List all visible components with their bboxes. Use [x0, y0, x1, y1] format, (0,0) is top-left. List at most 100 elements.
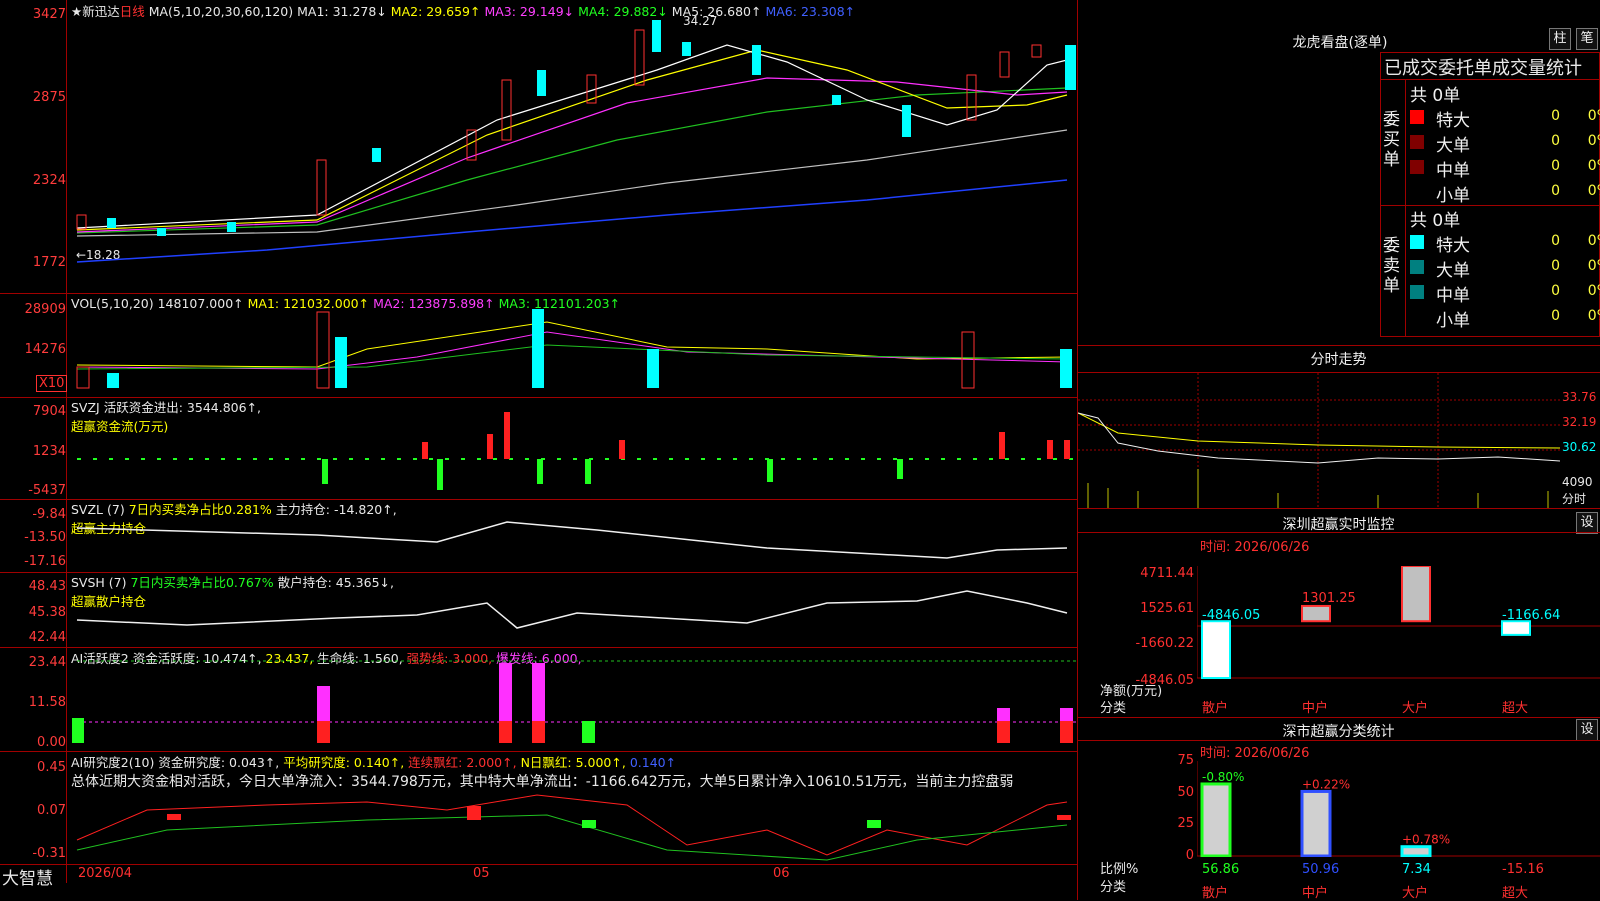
intraday-chart[interactable]: [1078, 373, 1560, 508]
row-label: 大单: [1436, 261, 1470, 281]
buy-row-medium: 中单 0 0%: [1410, 156, 1600, 181]
sell-row-small: 小单 0 0%: [1410, 306, 1600, 331]
lhb-tab-header[interactable]: 已成交委托单成交量统计: [1384, 54, 1582, 80]
super-large-color-swatch: [1410, 235, 1424, 249]
ai2-ndays: N日飘红: 5.000↑,: [520, 755, 626, 770]
class-axis-tick: 50: [1177, 785, 1194, 800]
lhb-divider: [1405, 79, 1406, 337]
svzj-axis-tick: 7904: [32, 404, 66, 419]
category-label: 中户: [1302, 886, 1329, 901]
category-label: 超大: [1502, 886, 1529, 901]
sz-bar-超大: [1501, 620, 1531, 636]
category-label: 散户: [1202, 701, 1229, 716]
ai1-bars: [72, 660, 1077, 743]
bar-view-button[interactable]: 柱: [1549, 28, 1571, 50]
vol-axis-tick: 14276: [24, 342, 66, 357]
category-label: 大户: [1402, 701, 1429, 716]
svzj-axis-tick: 1234: [32, 444, 66, 459]
class-change-label: +0.22%: [1302, 777, 1350, 791]
class-change-label: +0.78%: [1402, 833, 1450, 847]
row-pct: 0%: [1587, 158, 1600, 174]
svsh-axis-tick: 45.38: [28, 605, 66, 620]
row-count: 0: [1551, 133, 1560, 149]
ai2-axis-tick: 0.07: [37, 803, 66, 818]
row-count: 0: [1551, 283, 1560, 299]
intraday-title: 分时走势: [1310, 352, 1367, 368]
row-count: 0: [1551, 233, 1560, 249]
row-count: 0: [1551, 183, 1560, 199]
class-bar-中户: [1300, 789, 1332, 857]
candles: [76, 20, 1076, 236]
buy-total: 共 0单: [1410, 86, 1461, 106]
ai2-consecutive: 连续飘红: 2.000↑,: [408, 755, 517, 770]
sz-monitor-time: 时间: 2026/06/26: [1200, 540, 1310, 555]
ma1-line: [76, 44, 1068, 229]
buy-side-label: 委买单: [1383, 110, 1400, 170]
row-label: 中单: [1436, 286, 1470, 306]
sz-monitor-chart[interactable]: -4846.051301.254711.44-1166.64: [1197, 566, 1600, 679]
row-pct: 0%: [1587, 133, 1600, 149]
svsh-line: [76, 590, 1068, 629]
ai1-axis-tick: 23.44: [28, 655, 66, 670]
class-value-label: 7.34: [1402, 862, 1431, 877]
class-axis-tick: 75: [1177, 753, 1194, 768]
sz-bar-label: -1166.64: [1502, 608, 1560, 623]
row-label: 中单: [1436, 161, 1470, 181]
sell-row-large: 大单 0 0%: [1410, 256, 1600, 281]
svzj-axis-tick: -5437: [28, 483, 66, 498]
row-label: 大单: [1436, 136, 1470, 156]
ai2-header: AI研究度2(10) 资金研究度: 0.043↑, 平均研究度: 0.140↑,…: [71, 752, 676, 771]
row-label: 特大: [1436, 111, 1470, 131]
ai1-axis-tick: 11.58: [28, 695, 66, 710]
class-ylabel: 比例%: [1100, 862, 1139, 877]
sz-class-chart[interactable]: -0.80% +0.22% +0.78%: [1197, 761, 1600, 857]
section-divider: [1077, 345, 1600, 346]
ai2-axis-tick: 0.45: [37, 760, 66, 775]
super-large-color-swatch: [1410, 110, 1424, 124]
svzl-axis-tick: -9.84: [32, 507, 66, 522]
sz-axis-tick: 4711.44: [1140, 566, 1194, 581]
row-label: 小单: [1436, 311, 1470, 331]
ai2-chart: [76, 794, 1071, 861]
sz-class-time: 时间: 2026/06/26: [1200, 746, 1310, 761]
vol-unit: X10: [36, 375, 68, 392]
tick-view-button[interactable]: 笔: [1576, 28, 1598, 50]
sz-axis-tick: 1525.61: [1140, 601, 1194, 616]
row-pct: 0%: [1587, 283, 1600, 299]
ai2-title: AI研究度2(10): [71, 755, 155, 770]
sz-monitor-settings-button[interactable]: 设: [1576, 512, 1598, 534]
category-label: 中户: [1302, 701, 1329, 716]
lhb-divider: [1380, 79, 1600, 80]
class-value-label: -15.16: [1502, 862, 1544, 877]
section-divider: [1077, 740, 1600, 741]
row-pct: 0%: [1587, 108, 1600, 124]
svsh-axis-tick: 48.43: [28, 579, 66, 594]
buy-row-large: 大单 0 0%: [1410, 131, 1600, 156]
large-color-swatch: [1410, 135, 1424, 149]
svzj-bars: [77, 412, 1077, 490]
sz-xlabel: 分类: [1100, 701, 1127, 716]
price-axis-tick: 2875: [32, 90, 66, 105]
svzl-axis-tick: -17.16: [24, 554, 66, 569]
chart-area[interactable]: ★新迅达日线 MA(5,10,20,30,60,120) MA1: 31.278…: [0, 0, 1077, 900]
row-pct: 0%: [1587, 233, 1600, 249]
sz-class-settings-button[interactable]: 设: [1576, 719, 1598, 741]
intraday-axis-tick: 32.19: [1562, 415, 1597, 429]
ma3-line: [76, 77, 1068, 233]
intraday-axis-tick: 30.62: [1562, 440, 1597, 454]
section-divider: [1077, 532, 1600, 533]
sell-row-medium: 中单 0 0%: [1410, 281, 1600, 306]
buy-row-super: 特大 0 0%: [1410, 106, 1600, 131]
date-label-may: 05: [473, 866, 490, 881]
sell-side-label: 委卖单: [1383, 236, 1400, 296]
candlestick-chart[interactable]: [67, 0, 1077, 293]
intraday-axis-tick: 33.76: [1562, 390, 1597, 404]
section-divider: [1077, 717, 1600, 718]
ai2-axis-tick: -0.31: [32, 846, 66, 861]
row-count: 0: [1551, 308, 1560, 324]
class-value-label: 56.86: [1202, 862, 1240, 877]
ai1-axis-tick: 0.00: [37, 735, 66, 750]
sz-axis-tick: -1660.22: [1135, 636, 1194, 651]
class-axis-tick: 25: [1177, 816, 1194, 831]
intraday-vol-tick: 分时: [1562, 492, 1587, 506]
